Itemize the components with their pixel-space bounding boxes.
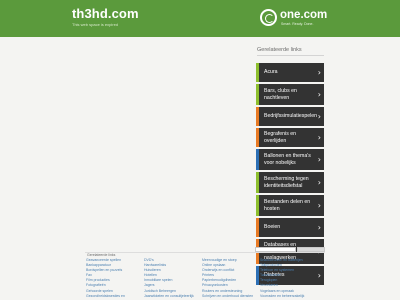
related-link-label: Bestanden delen en hosten	[264, 199, 311, 212]
divider	[85, 252, 325, 253]
related-link-label: Acura	[264, 69, 278, 76]
footer-column: Meervoudige en stoep Online opslaan Onde…	[202, 258, 260, 299]
logo-tagline: Smart. Ready. Done.	[281, 22, 314, 26]
onecom-logo[interactable]: one.com Smart. Ready. Done.	[260, 7, 330, 29]
domain-tagline: This web space is expired	[72, 22, 119, 27]
footer-link[interactable]: Voorraden en beheerzakelijk	[260, 294, 324, 299]
footer-link[interactable]: Jaarwikkelen en consultjeleerlijk	[144, 294, 202, 299]
footer-link[interactable]: Gezondheidskwesties en	[86, 294, 144, 299]
related-link[interactable]: Bescherming tegen identiteitsdiefstal ›	[256, 172, 324, 193]
chevron-right-icon: ›	[317, 177, 321, 187]
footer-links-title: Gerelateerde links	[87, 253, 116, 257]
related-link[interactable]: Bedrijfssimulatiespelen ›	[256, 107, 324, 126]
related-link[interactable]: Begrafenis en overlijden ›	[256, 128, 324, 147]
chevron-right-icon: ›	[317, 154, 321, 164]
related-link-label: Bars, clubs en nachtleven	[264, 88, 297, 101]
chevron-right-icon: ›	[317, 111, 321, 121]
related-link[interactable]: Ballonen en thema's voor nobelijks ›	[256, 149, 324, 170]
footer-link[interactable]: Schrijven en onderhoud diensten	[202, 294, 260, 299]
header-bar: th3hd.com This web space is expired one.…	[0, 0, 400, 37]
chevron-right-icon: ›	[317, 200, 321, 210]
footer-column: Geavanceerde spellen Bankapparatuur Bord…	[86, 258, 144, 299]
related-link-label: Boeien	[264, 224, 281, 231]
related-link[interactable]: Bars, clubs en nachtleven ›	[256, 84, 324, 105]
logo-text: one.com	[280, 9, 328, 21]
domain-title: th3hd.com	[72, 6, 139, 21]
related-link-label: Bescherming tegen identiteitsdiefstal	[264, 176, 309, 189]
related-link[interactable]: Acura ›	[256, 63, 324, 82]
related-link-label: Begrafenis en overlijden	[264, 131, 297, 144]
chevron-right-icon: ›	[317, 89, 321, 99]
onecom-logo-icon	[260, 9, 277, 26]
chevron-right-icon: ›	[317, 67, 321, 77]
chevron-right-icon: ›	[317, 222, 321, 232]
related-link-label: Bedrijfssimulatiespelen	[264, 113, 318, 120]
related-links-title: Gerelateerde links	[257, 47, 302, 53]
related-link[interactable]: Boeien ›	[256, 218, 324, 237]
related-link[interactable]: Bestanden delen en hosten ›	[256, 195, 324, 216]
footer-column: Snackbeurzen en batterijen Talkproducten…	[260, 258, 324, 299]
divider	[257, 55, 324, 56]
related-link-label: Ballonen en thema's voor nobelijks	[264, 153, 311, 166]
related-links-list: Acura › Bars, clubs en nachtleven › Bedr…	[256, 63, 324, 287]
footer-column: DVD's Hardwarelinks Huisdieren Hotellen …	[144, 258, 202, 299]
chevron-right-icon: ›	[317, 132, 321, 142]
